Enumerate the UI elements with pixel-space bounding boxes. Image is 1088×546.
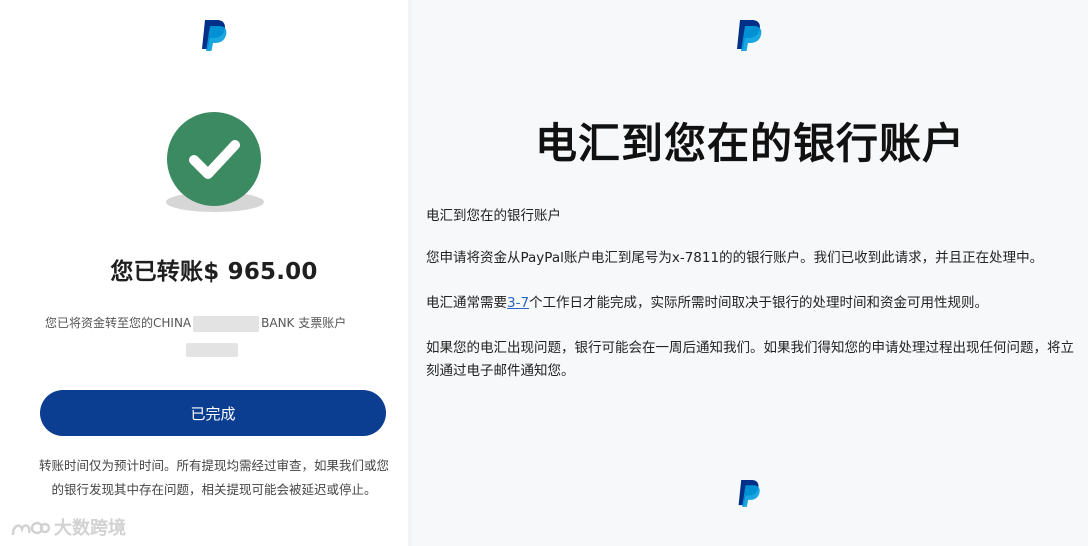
email-paragraph-request: 您申请将资金从PayPal账户电汇到尾号为x-7811的的银行账户。我们已收到此… (426, 250, 1044, 266)
email-paragraph-issues: 如果您的电汇出现问题，银行可能会在一周后通知我们。如果我们得知您的申请处理过程出… (426, 340, 1074, 379)
timing-text-before: 电汇通常需要 (426, 295, 507, 311)
wire-transfer-email-panel: 电汇到您在的银行账户 电汇到您在的银行账户 您申请将资金从PayPal账户电汇到… (412, 0, 1088, 546)
check-icon (189, 140, 240, 179)
watermark-text: 大数跨境 (54, 518, 126, 539)
paypal-logo-icon (202, 20, 227, 51)
email-subheading: 电汇到您在的银行账户 (426, 208, 561, 224)
done-button[interactable]: 已完成 (40, 390, 386, 436)
desc-prefix: 您已将资金转至您的CHINA (45, 316, 192, 330)
paypal-logo-icon (738, 480, 760, 507)
timing-text-after: 个工作日才能完成，实际所需时间取决于银行的处理时间和资金可用性规则。 (529, 295, 989, 311)
redacted-account-number (186, 343, 238, 357)
email-body: 电汇到您在的银行账户 您申请将资金从PayPal账户电汇到尾号为x-7811的的… (426, 205, 1076, 405)
redacted-bank-name (193, 315, 260, 332)
paypal-logo-icon (737, 20, 762, 51)
transfer-description: 您已将资金转至您的CHINA BANK 支票账户 (45, 314, 346, 332)
business-days-link[interactable]: 3-7 (507, 295, 529, 311)
watermark-logo-icon (11, 521, 50, 536)
email-paragraph-timing: 电汇通常需要3-7个工作日才能完成，实际所需时间取决于银行的处理时间和资金可用性… (426, 292, 1076, 315)
transfer-amount-title: 您已转账$ 965.00 (110, 259, 318, 285)
transfer-time-note: 转账时间仅为预计时间。所有提现均需经过审查，如果我们或您的银行发现其中存在问题，… (38, 458, 389, 497)
desc-suffix: BANK 支票账户 (261, 316, 347, 330)
watermark: 大数跨境 (10, 514, 126, 540)
transfer-confirmation-panel: 您已转账$ 965.00 您已将资金转至您的CHINA BANK 支票账户 已完成… (0, 0, 408, 546)
check-circle (167, 112, 261, 206)
success-check-icon (160, 108, 270, 212)
email-heading: 电汇到您在的银行账户 (534, 119, 965, 168)
